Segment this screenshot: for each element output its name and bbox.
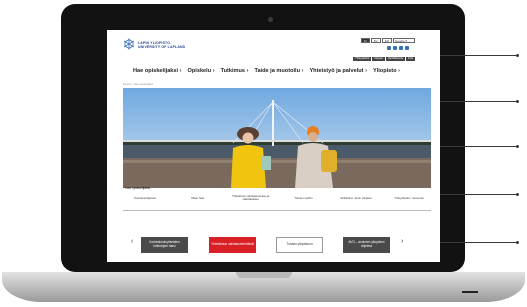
section-title: Hae opiskelijaksi: [125, 186, 151, 190]
carousel-card[interactable]: Tutustu yliopistoon: [276, 237, 323, 253]
utility-links: Yhteystiedot Kirjasto Henkilökunta Intra: [353, 57, 416, 61]
social-links: [387, 46, 409, 50]
carousel-card[interactable]: AVO – avoimen yliopiston ohjelma: [343, 237, 390, 253]
utility-link[interactable]: Intra: [405, 57, 416, 61]
tab-bar: Koulutusohjelmat Miten haet Yhteishaun v…: [121, 194, 433, 202]
hero-image: [123, 88, 431, 188]
logo-line-en: UNIVERSITY OF LAPLAND: [138, 45, 186, 49]
chevron-right-icon[interactable]: ›: [401, 237, 403, 247]
nav-item-art-design[interactable]: Taide ja muotoilu ›: [254, 68, 303, 74]
main-navigation: Hae opiskelijaksi › Opiskelu › Tutkimus …: [133, 68, 433, 74]
breadcrumb[interactable]: Etusivu › Hae opiskelijaksi: [123, 83, 153, 86]
tab-programmes[interactable]: Koulutusohjelmat: [121, 196, 169, 200]
facebook-icon[interactable]: [387, 46, 391, 50]
nav-item-research[interactable]: Tutkimus ›: [221, 68, 249, 74]
nav-item-apply[interactable]: Hae opiskelijaksi ›: [133, 68, 182, 74]
carousel-card[interactable]: Yhteishaun valintakoetehtävät: [209, 237, 256, 253]
twitter-icon[interactable]: [393, 46, 397, 50]
lang-en[interactable]: EN: [381, 38, 392, 43]
utility-link[interactable]: Yhteystiedot: [353, 57, 372, 61]
divider: [123, 210, 431, 211]
language-bar: FI SV EN Google ▾: [361, 38, 415, 43]
callout-line: [440, 54, 519, 57]
nav-item-cooperation[interactable]: Yhteistyö ja palvelut ›: [309, 68, 367, 74]
tab-get-to-know[interactable]: Tutustu meihin: [279, 196, 327, 200]
youtube-icon[interactable]: [399, 46, 403, 50]
tab-admission-criteria[interactable]: Yhteishaun valintaperusteet ja valintako…: [227, 194, 275, 202]
search-input[interactable]: Google ▾: [392, 38, 415, 43]
tab-contacts[interactable]: Yhteystiedot / neuvonta: [385, 196, 433, 200]
nav-item-university[interactable]: Yliopisto ›: [373, 68, 400, 74]
callout-line: [440, 100, 519, 103]
tab-separate-admissions[interactable]: Erillishaut, avoin yliopisto: [332, 196, 380, 200]
nav-item-studies[interactable]: Opiskelu ›: [188, 68, 215, 74]
chevron-left-icon[interactable]: ‹: [131, 237, 133, 247]
callout-line: [440, 145, 519, 148]
utility-link[interactable]: Henkilökunta: [385, 57, 405, 61]
carousel-card[interactable]: Korkeakouluyhteisten tutkintojen haku: [141, 237, 188, 253]
lang-sv[interactable]: SV: [370, 38, 381, 43]
university-logo-icon[interactable]: [123, 38, 135, 50]
callout-line: [440, 241, 519, 244]
laptop-notch: [236, 272, 292, 278]
laptop-foot: [462, 291, 478, 293]
lang-fi[interactable]: FI: [361, 38, 370, 43]
tab-how-to-apply[interactable]: Miten haet: [174, 196, 222, 200]
rss-icon[interactable]: [405, 46, 409, 50]
webcam: [268, 17, 273, 22]
callout-line: [440, 193, 519, 196]
logo-text: LAPIN YLIOPISTO UNIVERSITY OF LAPLAND: [138, 41, 185, 49]
screen: LAPIN YLIOPISTO UNIVERSITY OF LAPLAND FI…: [107, 30, 440, 262]
utility-link[interactable]: Kirjasto: [372, 57, 385, 61]
